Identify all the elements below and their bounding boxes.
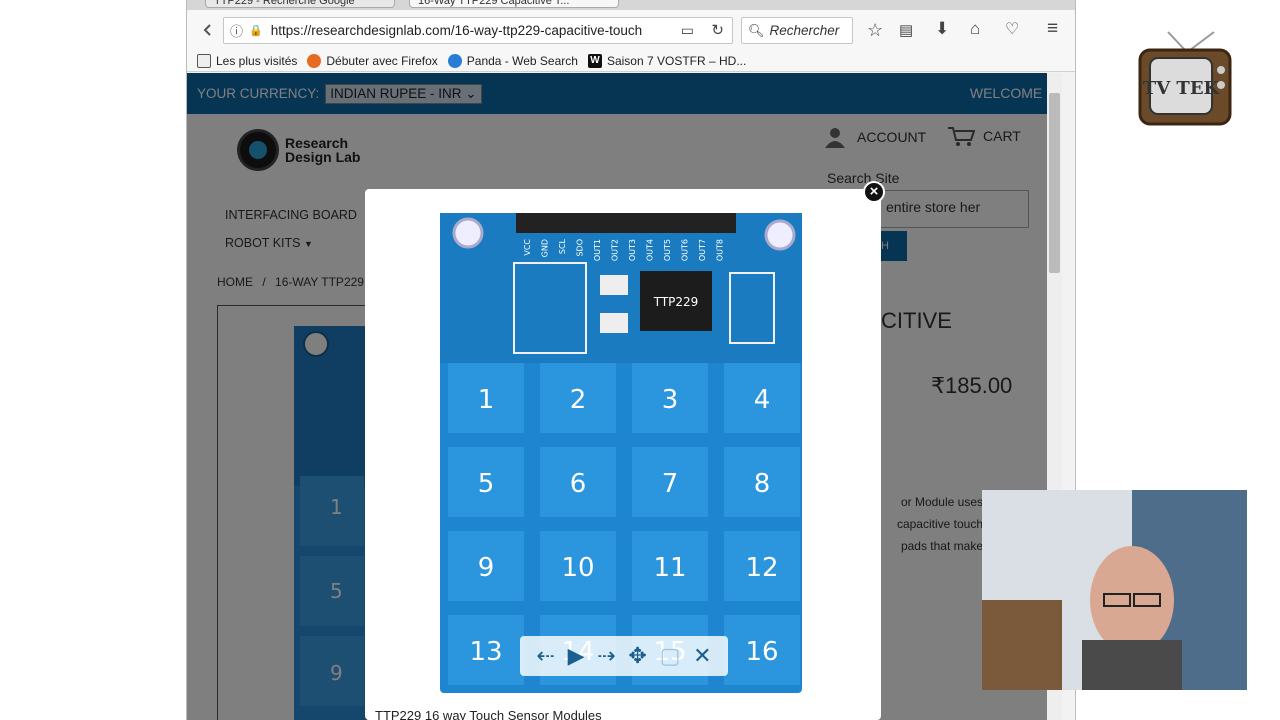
lightbox-controls: ⇠ ▶ ⇢ ✥ ▢ ✕ (520, 636, 728, 676)
touch-pad-label: 8 (754, 469, 771, 499)
tab-strip: TTP229 - Recherche Google 16-Way TTP229 … (187, 0, 1075, 10)
touch-sensor-board-image: VCC GND SCL SDO OUT1 OUT2 OUT3 OUT4 OUT5 OUT6 OUT7… (440, 213, 802, 693)
library-icon[interactable]: ▤ (899, 21, 913, 39)
bookmark-page-icon (197, 53, 211, 68)
bookmark-label: Les plus visités (216, 53, 298, 68)
url-bar[interactable]: ⓘ 🔒 https://researchdesignlab.com/16-way… (223, 17, 733, 44)
search-bar[interactable]: 🔍︎ Rechercher (741, 17, 853, 44)
touch-pad-label: 2 (570, 385, 587, 415)
header-pin-label: VCC (523, 239, 532, 256)
header-pin-label: GND (541, 239, 550, 257)
url-text[interactable]: https://researchdesignlab.com/16-way-ttp… (271, 23, 642, 38)
header-pin-label: OUT3 (628, 239, 637, 261)
chip-label: TTP229 (653, 295, 699, 309)
screen: TTP229 - Recherche Google 16-Way TTP229 … (0, 0, 1280, 720)
lightbox: VCC GND SCL SDO OUT1 OUT2 OUT3 OUT4 OUT5 OUT6 OUT7… (365, 189, 881, 720)
touch-pad-label: 13 (469, 637, 502, 667)
header-pin-label: OUT8 (716, 239, 725, 261)
lightbox-close-button[interactable]: × (863, 181, 885, 203)
search-icon: 🔍︎ (748, 22, 765, 38)
next-arrow-icon[interactable]: ⇢ (597, 645, 615, 667)
webcam-overlay (982, 490, 1247, 690)
header-pin-label: SCL (558, 238, 567, 254)
header-pin-label: OUT4 (646, 239, 655, 261)
pocket-icon[interactable]: ♡ (1005, 19, 1019, 39)
touch-pad-label: 6 (570, 469, 587, 499)
header-pin-label: SDO (576, 239, 585, 257)
play-icon[interactable]: ▶ (568, 645, 585, 667)
home-icon[interactable]: ⌂ (970, 19, 980, 39)
header-pin-label: OUT7 (698, 239, 707, 261)
bookmark-label: Saison 7 VOSTFR – HD... (606, 53, 747, 68)
lock-icon: 🔒 (249, 25, 263, 37)
tv-tek-logo-text: TV TEK (1143, 78, 1221, 99)
reload-icon[interactable]: ↻ (711, 21, 724, 39)
fullscreen-icon[interactable]: ▢ (660, 645, 681, 667)
tv-tek-logo: TV TEK (1138, 31, 1232, 126)
bookmark-star-icon[interactable]: ☆ (867, 20, 883, 41)
touch-pad-label: 16 (745, 637, 778, 667)
bookmarks-toolbar: Les plus visités Débuter avec Firefox Pa… (187, 50, 1075, 72)
browser-window: TTP229 - Recherche Google 16-Way TTP229 … (186, 0, 1076, 720)
bookmark-panda[interactable]: Panda - Web Search (447, 53, 578, 68)
prev-arrow-icon[interactable]: ⇠ (536, 645, 554, 667)
back-button[interactable] (195, 17, 221, 43)
info-icon[interactable]: ⓘ (230, 21, 243, 40)
bookmark-most-visited[interactable]: Les plus visités (197, 53, 298, 68)
lightbox-caption: TTP229 16 way Touch Sensor Modules (375, 708, 602, 720)
header-pin-label: OUT1 (593, 239, 602, 261)
bookmark-label: Panda - Web Search (466, 53, 578, 68)
reader-view-icon[interactable]: ▭ (681, 22, 694, 39)
touch-pad-label: 12 (745, 553, 778, 583)
w-icon: W (587, 53, 602, 68)
web-page: YOUR CURRENCY: INDIAN RUPEE - INR ⌄ WELC… (187, 73, 1062, 720)
menu-icon[interactable]: ≡ (1047, 18, 1058, 40)
firefox-icon (307, 53, 322, 68)
touch-pad-label: 4 (754, 385, 771, 415)
navigation-bar: ⓘ 🔒 https://researchdesignlab.com/16-way… (187, 10, 1075, 50)
touch-pad-label: 1 (478, 385, 495, 415)
touch-pad-label: 9 (478, 553, 495, 583)
search-placeholder: Rechercher (769, 23, 840, 38)
header-pin-label: OUT2 (611, 239, 620, 261)
tab-active-product[interactable]: 16-Way TTP229 Capacitive T... (409, 0, 619, 8)
tab-google-search[interactable]: TTP229 - Recherche Google (205, 0, 395, 8)
scrollbar-thumb[interactable] (1049, 93, 1060, 273)
bookmark-saison[interactable]: W Saison 7 VOSTFR – HD... (587, 53, 747, 68)
touch-pad-label: 7 (662, 469, 679, 499)
header-pin-label: OUT6 (681, 239, 690, 261)
touch-pad-label: 11 (653, 553, 686, 583)
touch-pad-label: 10 (561, 553, 594, 583)
close-controls-icon[interactable]: ✕ (693, 645, 711, 667)
bookmark-getting-started[interactable]: Débuter avec Firefox (307, 53, 438, 68)
bookmark-label: Débuter avec Firefox (326, 53, 438, 68)
header-pin-label: OUT5 (663, 239, 672, 261)
touch-pad-label: 3 (662, 385, 679, 415)
back-arrow-icon (203, 24, 211, 36)
download-icon[interactable]: ⬇ (935, 19, 949, 39)
touch-pad-label: 5 (478, 469, 495, 499)
move-icon[interactable]: ✥ (628, 645, 646, 667)
panda-icon (447, 53, 462, 68)
